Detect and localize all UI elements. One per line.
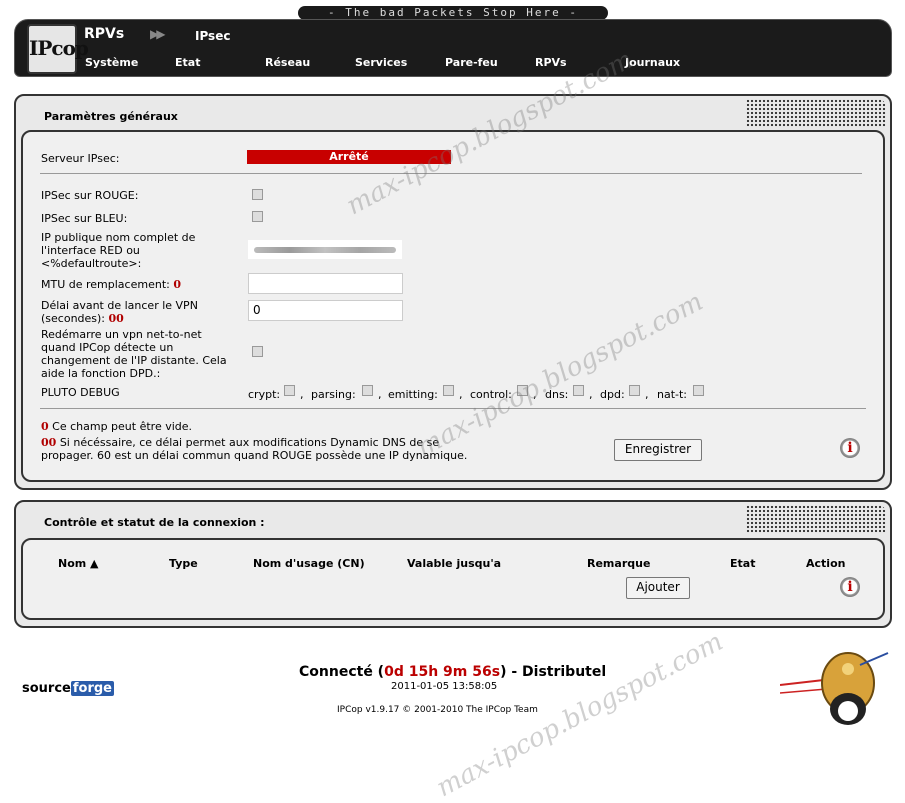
current-datetime: 2011-01-05 13:58:05 bbox=[391, 681, 498, 692]
pluto-sep: , bbox=[645, 388, 649, 401]
nav-rpvs[interactable]: RPVs bbox=[535, 56, 567, 69]
pluto-crypt-label: crypt: bbox=[248, 388, 281, 401]
save-button[interactable]: Enregistrer bbox=[614, 439, 702, 461]
note-delay: 00 Si nécéssaire, ce délai permet aux mo… bbox=[41, 436, 481, 462]
panel-dot-pattern bbox=[746, 505, 886, 533]
copyright-credit: IPCop v1.9.17 © 2001-2010 The IPCop Team bbox=[337, 705, 538, 715]
server-status-badge: Arrêté bbox=[247, 150, 451, 164]
breadcrumb-arrow-icon: ▶▶ bbox=[150, 27, 166, 41]
divider bbox=[40, 408, 866, 409]
pluto-nat-t-label: nat-t: bbox=[657, 388, 688, 401]
add-connection-button[interactable]: Ajouter bbox=[626, 577, 690, 599]
column-type: Type bbox=[169, 557, 198, 570]
connection-prefix: Connecté ( bbox=[299, 664, 385, 680]
nav-services[interactable]: Services bbox=[355, 56, 407, 69]
connection-status: Connecté (0d 15h 9m 56s) - Distributel bbox=[299, 664, 606, 680]
breadcrumb-section: RPVs bbox=[84, 26, 125, 42]
panel-dot-pattern bbox=[746, 99, 886, 127]
ipsec-red-label: IPSec sur ROUGE: bbox=[41, 189, 139, 202]
mtu-label-text: MTU de remplacement: bbox=[41, 278, 170, 291]
connection-suffix: ) - Distributel bbox=[500, 664, 607, 680]
pluto-control-label: control: bbox=[470, 388, 512, 401]
pluto-emitting-label: emitting: bbox=[388, 388, 438, 401]
nav-etat[interactable]: Etat bbox=[175, 56, 200, 69]
site-banner: - The bad Packets Stop Here - bbox=[298, 6, 608, 20]
pluto-sep: , bbox=[459, 388, 463, 401]
note-delay-text: Si nécéssaire, ce délai permet aux modif… bbox=[41, 436, 468, 462]
nav-pare-feu[interactable]: Pare-feu bbox=[445, 56, 498, 69]
pluto-dns-label: dns: bbox=[545, 388, 569, 401]
server-ipsec-label: Serveur IPsec: bbox=[41, 152, 120, 165]
nav-journaux[interactable]: Journaux bbox=[625, 56, 680, 69]
restart-vpn-label: Redémarre un vpn net-to-net quand IPCop … bbox=[41, 328, 227, 380]
pluto-sep: , bbox=[533, 388, 537, 401]
column-etat: Etat bbox=[730, 557, 756, 570]
panel-title: Paramètres généraux bbox=[44, 110, 178, 123]
column-remarque: Remarque bbox=[587, 557, 651, 570]
column-nom-sort[interactable]: Nom ▲ bbox=[58, 557, 99, 570]
pluto-debug-label: PLUTO DEBUG bbox=[41, 386, 120, 399]
note-optional-text: Ce champ peut être vide. bbox=[52, 420, 193, 433]
mtu-input[interactable] bbox=[248, 273, 403, 294]
column-cn: Nom d'usage (CN) bbox=[253, 557, 365, 570]
pluto-dns-checkbox[interactable] bbox=[573, 385, 584, 396]
ipcop-logo[interactable]: IPcop bbox=[27, 24, 89, 74]
pluto-sep: , bbox=[378, 388, 382, 401]
uptime-value: 0d 15h 9m 56s bbox=[384, 664, 501, 680]
breadcrumb-page[interactable]: IPsec bbox=[195, 29, 230, 43]
delay-input[interactable]: 0 bbox=[248, 300, 403, 321]
sourceforge-box: forge bbox=[70, 681, 114, 696]
ipsec-blue-checkbox[interactable] bbox=[252, 211, 263, 222]
nav-reseau[interactable]: Réseau bbox=[265, 56, 310, 69]
sourceforge-text: source bbox=[22, 681, 71, 696]
pluto-dpd-checkbox[interactable] bbox=[629, 385, 640, 396]
note-marker-icon: 00 bbox=[108, 312, 124, 325]
info-icon[interactable]: i bbox=[840, 438, 860, 458]
public-ip-input[interactable] bbox=[248, 240, 402, 259]
nav-systeme[interactable]: Système bbox=[85, 56, 138, 69]
delay-label: Délai avant de lancer le VPN (secondes):… bbox=[41, 299, 221, 325]
column-valid-until: Valable jusqu'a bbox=[407, 557, 502, 570]
pluto-control-checkbox[interactable] bbox=[517, 385, 528, 396]
pluto-nat-t-checkbox[interactable] bbox=[693, 385, 704, 396]
note-optional: 0 Ce champ peut être vide. bbox=[41, 420, 192, 433]
ipcop-mascot-icon bbox=[780, 652, 889, 725]
sourceforge-logo[interactable]: source forge bbox=[22, 681, 114, 696]
note-marker-icon: 00 bbox=[41, 436, 57, 449]
pluto-parsing-label: parsing: bbox=[311, 388, 356, 401]
mtu-label: MTU de remplacement: 0 bbox=[41, 278, 181, 291]
pluto-parsing-checkbox[interactable] bbox=[362, 385, 373, 396]
public-ip-label: IP publique nom complet de l'interface R… bbox=[41, 231, 196, 270]
column-action: Action bbox=[806, 557, 846, 570]
optional-marker-icon: 0 bbox=[41, 420, 49, 433]
info-icon[interactable]: i bbox=[840, 577, 860, 597]
pluto-sep: , bbox=[589, 388, 593, 401]
pluto-dpd-label: dpd: bbox=[600, 388, 625, 401]
divider bbox=[40, 173, 862, 174]
connections-body bbox=[21, 538, 885, 620]
optional-marker-icon: 0 bbox=[173, 278, 181, 291]
pluto-emitting-checkbox[interactable] bbox=[443, 385, 454, 396]
ipsec-red-checkbox[interactable] bbox=[252, 189, 263, 200]
pluto-sep: , bbox=[300, 388, 304, 401]
panel-title: Contrôle et statut de la connexion : bbox=[44, 516, 265, 529]
ipsec-blue-label: IPSec sur BLEU: bbox=[41, 212, 128, 225]
restart-vpn-checkbox[interactable] bbox=[252, 346, 263, 357]
pluto-crypt-checkbox[interactable] bbox=[284, 385, 295, 396]
